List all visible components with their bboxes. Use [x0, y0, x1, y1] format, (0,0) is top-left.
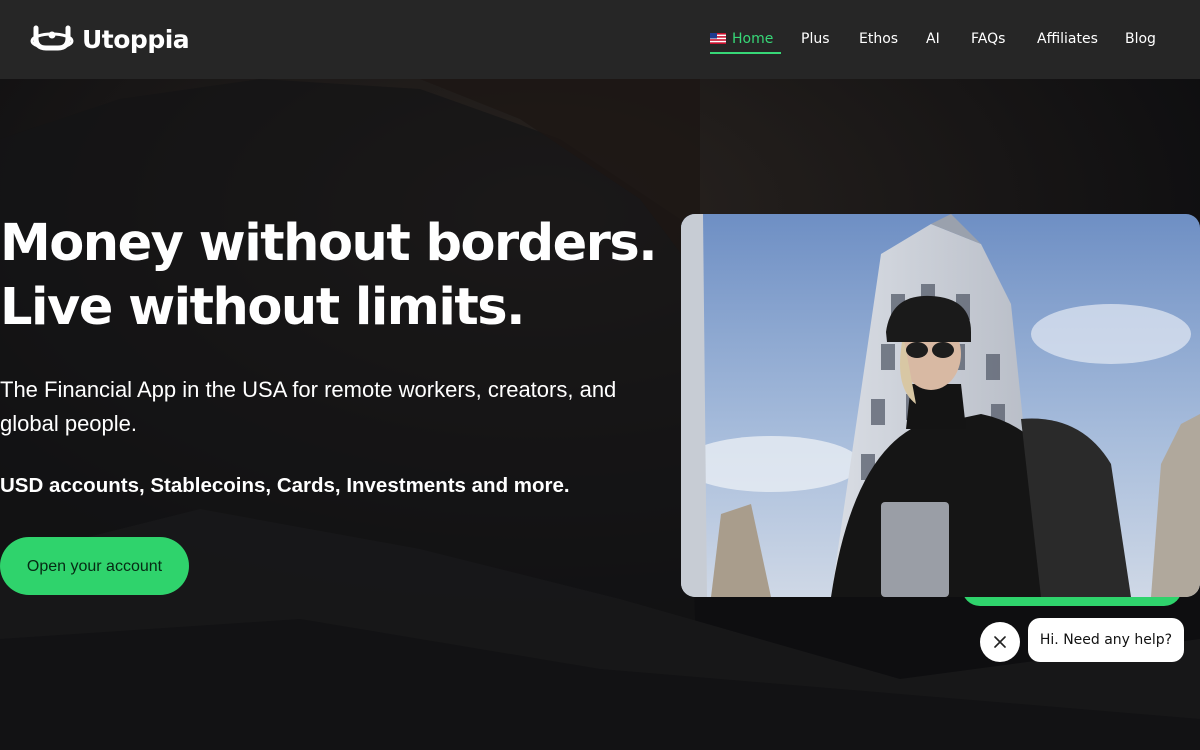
- hero-features: USD accounts, Stablecoins, Cards, Invest…: [0, 474, 570, 497]
- headline-line-1: Money without borders.: [0, 214, 658, 273]
- nav-item-blog[interactable]: Blog: [1125, 31, 1156, 47]
- nav-item-ai[interactable]: AI: [926, 31, 940, 47]
- nav-item-affiliates[interactable]: Affiliates: [1037, 31, 1098, 47]
- chat-help-bubble[interactable]: Hi. Need any help?: [1028, 618, 1184, 662]
- brand-name: Utoppia: [82, 24, 190, 54]
- nav-item-faqs[interactable]: FAQs: [971, 31, 1005, 47]
- utoppia-logo-icon: [30, 25, 74, 51]
- close-icon: [994, 636, 1006, 648]
- nav-item-home[interactable]: Home: [710, 31, 773, 47]
- hero-subheadline: The Financial App in the USA for remote …: [0, 377, 617, 436]
- headline-line-2: Live without limits.: [0, 278, 526, 337]
- site-header: Utoppia Home Plus Ethos AI FAQs Affiliat…: [0, 0, 1200, 79]
- nav-item-plus[interactable]: Plus: [801, 31, 830, 47]
- chat-close-button[interactable]: [980, 622, 1020, 662]
- us-flag-icon: [710, 33, 726, 44]
- nav-active-underline: [710, 52, 781, 54]
- hero-photo: [681, 214, 1200, 597]
- open-account-button[interactable]: Open your account: [0, 537, 189, 595]
- nav-item-label: Home: [732, 31, 774, 47]
- logo[interactable]: Utoppia: [30, 22, 190, 56]
- hero-headline: Money without borders. Live without limi…: [0, 212, 660, 340]
- nav-item-ethos[interactable]: Ethos: [859, 31, 898, 47]
